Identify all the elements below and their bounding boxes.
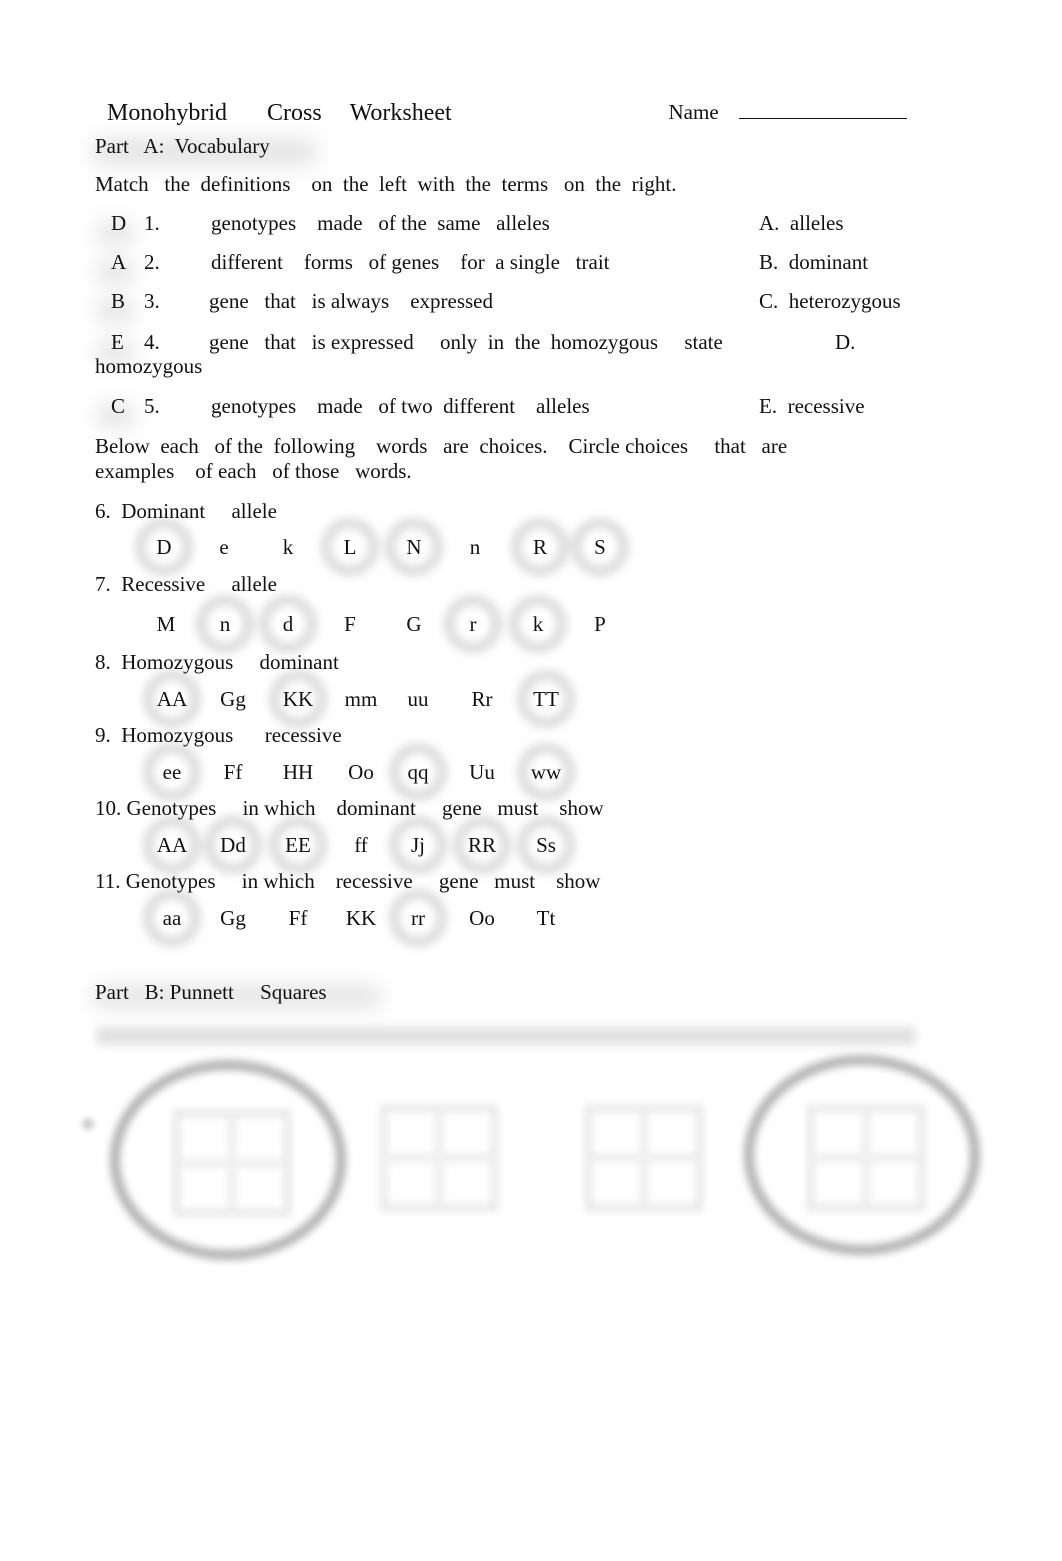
choice-option[interactable]: M: [136, 614, 196, 635]
title-word: Worksheet: [349, 100, 452, 126]
choice-option[interactable]: e: [194, 537, 254, 558]
choice-option[interactable]: Oo: [452, 908, 512, 929]
vocab-answer[interactable]: D: [111, 213, 126, 234]
punnett-cell: [384, 1159, 438, 1207]
part-a-heading: Part A: Vocabulary: [95, 134, 270, 158]
choice-option[interactable]: TT: [516, 689, 576, 710]
vocab-answer[interactable]: E: [111, 332, 124, 353]
vocab-term: C. heterozygous: [759, 289, 901, 313]
vocab-term: D.: [835, 330, 856, 354]
choice-option[interactable]: HH: [268, 762, 328, 783]
choice-option[interactable]: n: [445, 537, 505, 558]
name-input-line[interactable]: [738, 100, 907, 119]
choice-option[interactable]: S: [570, 537, 630, 558]
choice-option[interactable]: Rr: [452, 689, 512, 710]
circle-instructions-line2: examples of each of those words.: [95, 459, 412, 483]
choice-option[interactable]: G: [384, 614, 444, 635]
vocab-term-wrap: homozygous: [95, 354, 203, 378]
vocab-number: 2.: [144, 250, 160, 274]
question-label: 9. Homozygous recessive: [95, 723, 342, 747]
choice-option[interactable]: AA: [142, 835, 202, 856]
question-label: 6. Dominant allele: [95, 499, 277, 523]
punnett-answer-circle: [110, 1060, 346, 1260]
punnett-answer-circle: [744, 1055, 980, 1255]
question-label: 11. Genotypes in which recessive gene mu…: [95, 869, 601, 893]
part-a-instructions: Match the definitions on the left with t…: [95, 172, 677, 196]
choice-option[interactable]: Ff: [268, 908, 328, 929]
question-label: 7. Recessive allele: [95, 572, 277, 596]
choice-option[interactable]: aa: [142, 908, 202, 929]
choice-option[interactable]: L: [320, 537, 380, 558]
punnett-cell: [645, 1109, 699, 1157]
choice-option[interactable]: AA: [142, 689, 202, 710]
choice-option[interactable]: F: [320, 614, 380, 635]
vocab-number: 1.: [144, 211, 160, 235]
choice-option[interactable]: Gg: [203, 689, 263, 710]
vocab-term: E. recessive: [759, 394, 865, 418]
vocab-definition: different forms of genes for a single tr…: [211, 250, 610, 274]
choice-option[interactable]: RR: [452, 835, 512, 856]
choice-option[interactable]: rr: [388, 908, 448, 929]
vocab-number: 3.: [144, 289, 160, 313]
item-marker-blurred: [82, 1118, 94, 1130]
vocab-definition: genotypes made of the same alleles: [211, 211, 550, 235]
punnett-square: [370, 1085, 500, 1215]
choice-option[interactable]: D: [134, 537, 194, 558]
choice-option[interactable]: Oo: [331, 762, 391, 783]
vocab-number: 5.: [144, 394, 160, 418]
choice-option[interactable]: ww: [516, 762, 576, 783]
choice-option[interactable]: Dd: [203, 835, 263, 856]
name-field-row: Name: [658, 79, 907, 123]
choice-option[interactable]: d: [258, 614, 318, 635]
choice-option[interactable]: ee: [142, 762, 202, 783]
choice-option[interactable]: mm: [331, 689, 391, 710]
worksheet-title: Monohybrid Cross Worksheet: [95, 77, 452, 125]
choice-option[interactable]: R: [510, 537, 570, 558]
name-label: Name: [668, 100, 719, 124]
choice-option[interactable]: Gg: [203, 908, 263, 929]
choice-option[interactable]: EE: [268, 835, 328, 856]
choice-option[interactable]: Ss: [516, 835, 576, 856]
choice-option[interactable]: k: [508, 614, 568, 635]
punnett-cell: [589, 1109, 643, 1157]
choice-option[interactable]: Uu: [452, 762, 512, 783]
question-label: 10. Genotypes in which dominant gene mus…: [95, 796, 604, 820]
choice-option[interactable]: Jj: [388, 835, 448, 856]
choice-option[interactable]: qq: [388, 762, 448, 783]
vocab-term: A. alleles: [759, 211, 844, 235]
vocab-term: B. dominant: [759, 250, 869, 274]
choice-option[interactable]: P: [570, 614, 630, 635]
choice-option[interactable]: k: [258, 537, 318, 558]
vocab-number: 4.: [144, 330, 160, 354]
vocab-definition: genotypes made of two different alleles: [211, 394, 590, 418]
choice-option[interactable]: n: [195, 614, 255, 635]
choice-option[interactable]: N: [384, 537, 444, 558]
choice-option[interactable]: Tt: [516, 908, 576, 929]
punnett-cell: [384, 1109, 438, 1157]
question-label: 8. Homozygous dominant: [95, 650, 339, 674]
vocab-answer[interactable]: A: [111, 252, 126, 273]
part-b-heading: Part B: Punnett Squares: [95, 980, 327, 1004]
choice-option[interactable]: ff: [331, 835, 391, 856]
title-word: Cross: [267, 100, 322, 126]
vocab-definition: gene that is always expressed: [209, 289, 494, 313]
choice-option[interactable]: r: [443, 614, 503, 635]
choice-option[interactable]: KK: [268, 689, 328, 710]
vocab-answer[interactable]: B: [111, 291, 125, 312]
choice-option[interactable]: uu: [388, 689, 448, 710]
punnett-cell: [589, 1159, 643, 1207]
punnett-cell: [645, 1159, 699, 1207]
choice-option[interactable]: Ff: [203, 762, 263, 783]
punnett-square: [575, 1085, 705, 1215]
punnett-cell: [440, 1109, 494, 1157]
vocab-answer[interactable]: C: [111, 396, 125, 417]
circle-instructions-line1: Below each of the following words are ch…: [95, 434, 788, 458]
punnett-cell: [440, 1159, 494, 1207]
title-word: Monohybrid: [107, 100, 227, 126]
part-b-instructions-blurred: [96, 1027, 916, 1045]
choice-option[interactable]: KK: [331, 908, 391, 929]
vocab-definition: gene that is expressed only in the homoz…: [209, 330, 723, 354]
